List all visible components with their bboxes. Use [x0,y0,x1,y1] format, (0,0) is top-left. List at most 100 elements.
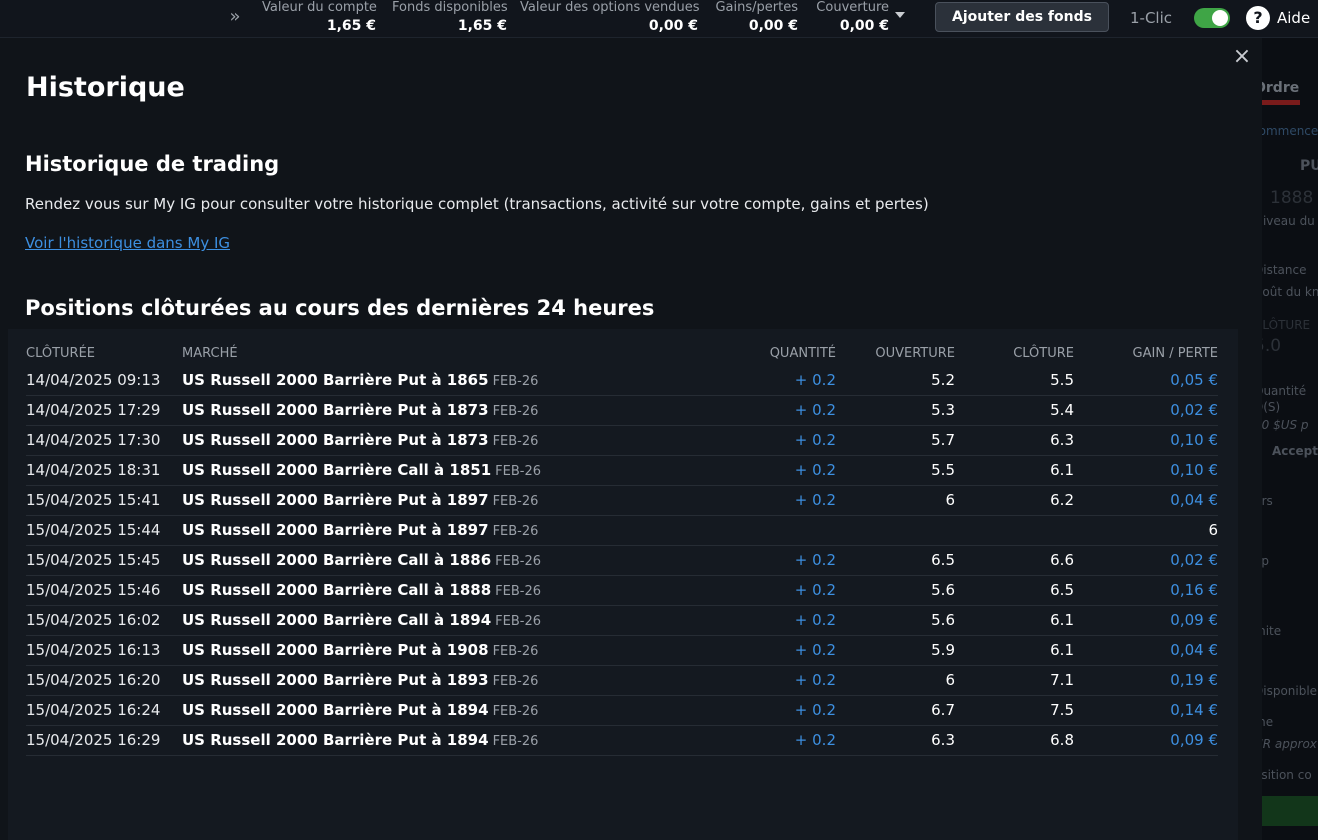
market-name: US Russell 2000 Barrière Put à 1897 [182,521,489,539]
profit-loss-value: 0,02 € [1074,395,1218,426]
market-cell: US Russell 2000 Barrière Put à 1897 FEB-2… [182,485,602,516]
closed-date: 15/04/2025 15:44 [26,515,182,546]
one-click-toggle[interactable] [1194,8,1230,28]
expiry-label: FEB-26 [492,524,539,539]
column-header-closing[interactable]: CLÔTURE [955,341,1074,365]
column-header-market[interactable]: MARCHÉ [182,341,602,365]
profit-loss-value: 0,09 € [1074,605,1218,636]
table-row[interactable]: 15/04/2025 16:20 US Russell 2000 Barrière… [26,665,1218,696]
expiry-label: FEB-26 [492,404,539,419]
bg-text: osition co [1254,768,1312,782]
closing-value: 6 [1074,515,1218,546]
closing-value: 6.3 [955,425,1074,456]
column-header-quantity[interactable]: QUANTITÉ [602,341,836,365]
closed-positions-panel: CLÔTURÉE MARCHÉ QUANTITÉ OUVERTURE CLÔTU… [8,329,1238,840]
column-header-profit-loss[interactable]: GAIN / PERTE [1074,341,1218,365]
profit-loss-value: 0,02 € [1074,545,1218,576]
market-cell: US Russell 2000 Barrière Put à 1897 FEB-2… [182,515,602,546]
market-name: US Russell 2000 Barrière Put à 1873 [182,401,489,419]
close-icon[interactable]: × [1232,46,1252,68]
market-cell: US Russell 2000 Barrière Put à 1865 FEB-2… [182,365,602,396]
closing-value: 6.5 [955,575,1074,606]
closing-cell [955,515,1074,546]
stat-account-value: Valeur du compte 1,65 € [262,0,377,36]
bg-text: PUT [1300,158,1318,174]
table-row[interactable]: 15/04/2025 16:24 US Russell 2000 Barrière… [26,695,1218,726]
stat-value: 0,00 € [748,18,798,34]
closed-date: 15/04/2025 16:20 [26,665,182,696]
closing-value: 6.6 [955,545,1074,576]
stat-label: Valeur des options vendues [520,0,700,15]
add-funds-button[interactable]: Ajouter des fonds [935,2,1109,32]
market-name: US Russell 2000 Barrière Put à 1865 [182,370,489,389]
market-cell: US Russell 2000 Barrière Call à 1886 FEB-… [182,545,602,576]
market-cell: US Russell 2000 Barrière Put à 1873 FEB-2… [182,425,602,456]
profit-loss-value: 0,14 € [1074,695,1218,726]
market-name: US Russell 2000 Barrière Put à 1873 [182,431,489,449]
market-cell: US Russell 2000 Barrière Call à 1894 FEB-… [182,605,602,636]
closing-value: 5.5 [955,365,1074,396]
market-cell: US Russell 2000 Barrière Put à 1894 FEB-2… [182,695,602,726]
bg-text: 1888 [1270,188,1314,208]
market-name: US Russell 2000 Barrière Put à 1908 [182,641,489,659]
table-row[interactable]: 14/04/2025 18:31 US Russell 2000 Barrière… [26,455,1218,486]
view-history-link[interactable]: Voir l'historique dans My IG [25,234,230,252]
opening-value: 5.7 [836,425,955,456]
closed-date: 14/04/2025 17:29 [26,395,182,426]
table-row[interactable]: 15/04/2025 15:41 US Russell 2000 Barrière… [26,485,1218,516]
expiry-label: FEB-26 [495,464,541,479]
table-row[interactable]: 15/04/2025 15:44 US Russell 2000 Barrière… [26,515,1218,546]
closing-value: 6.1 [955,605,1074,636]
table-row[interactable]: 14/04/2025 09:13 US Russell 2000 Barrière… [26,365,1218,396]
table-row[interactable]: 15/04/2025 15:45 US Russell 2000 Barrière… [26,545,1218,576]
table-row[interactable]: 15/04/2025 15:46 US Russell 2000 Barrière… [26,575,1218,606]
table-row[interactable]: 14/04/2025 17:29 US Russell 2000 Barrière… [26,395,1218,426]
one-click-label: 1-Clic [1130,9,1173,27]
bg-text: 70 $US p [1254,418,1309,432]
expiry-label: FEB-26 [495,584,541,599]
opening-value: 6.5 [836,545,955,576]
account-toolbar: » Valeur du compte 1,65 € Fonds disponib… [0,0,1318,38]
opening-value: 5.9 [836,635,955,666]
stat-profit-loss: Gains/pertes 0,00 € [712,0,798,36]
stat-label: Valeur du compte [262,0,377,15]
closed-date: 15/04/2025 16:02 [26,605,182,636]
opening-value: 5.2 [836,365,955,396]
expiry-label: FEB-26 [492,734,539,749]
closing-value: 6.1 [955,455,1074,486]
bg-text: Niveau du k [1254,214,1318,228]
closing-value: 6.8 [955,725,1074,756]
opening-value: 6 [836,485,955,516]
column-header-opening[interactable]: OUVERTURE [836,341,955,365]
bg-text: CLÔTURE [1254,318,1311,332]
double-chevron-right-icon[interactable]: » [225,7,245,27]
bg-text: UR approx [1254,737,1317,751]
quantity-value: + 0.2 [602,605,836,636]
profit-loss-value: 0,04 € [1074,635,1218,666]
table-row[interactable]: 15/04/2025 16:13 US Russell 2000 Barrière… [26,635,1218,666]
quantity-value: + 0.2 [602,365,836,396]
profit-loss-value: 0,05 € [1074,365,1218,396]
trading-history-heading: Historique de trading [25,152,280,176]
expiry-label: FEB-26 [492,704,539,719]
stat-margin[interactable]: Couverture 0,00 € [812,0,889,36]
table-row[interactable]: 15/04/2025 16:02 US Russell 2000 Barrière… [26,605,1218,636]
profit-loss-value: 0,10 € [1074,425,1218,456]
help-icon[interactable]: ? [1246,6,1270,30]
table-row[interactable]: 14/04/2025 17:30 US Russell 2000 Barrière… [26,425,1218,456]
stat-value: 1,65 € [326,18,376,34]
opening-value: 5.6 [836,605,955,636]
stat-sold-options-value: Valeur des options vendues 0,00 € [520,0,700,36]
quantity-value: + 0.2 [602,545,836,576]
market-cell: US Russell 2000 Barrière Put à 1873 FEB-2… [182,395,602,426]
caret-down-icon[interactable] [895,12,905,18]
column-header-closed[interactable]: CLÔTURÉE [26,341,182,365]
closed-positions-table: CLÔTURÉE MARCHÉ QUANTITÉ OUVERTURE CLÔTU… [26,341,1218,756]
quantity-value: + 0.2 [602,455,836,486]
help-label[interactable]: Aide [1277,9,1310,27]
table-row[interactable]: 15/04/2025 16:29 US Russell 2000 Barrière… [26,725,1218,756]
opening-value: 6 [836,665,955,696]
closed-date: 14/04/2025 09:13 [26,365,182,396]
closed-date: 15/04/2025 16:24 [26,695,182,726]
market-cell: US Russell 2000 Barrière Put à 1894 FEB-2… [182,725,602,756]
